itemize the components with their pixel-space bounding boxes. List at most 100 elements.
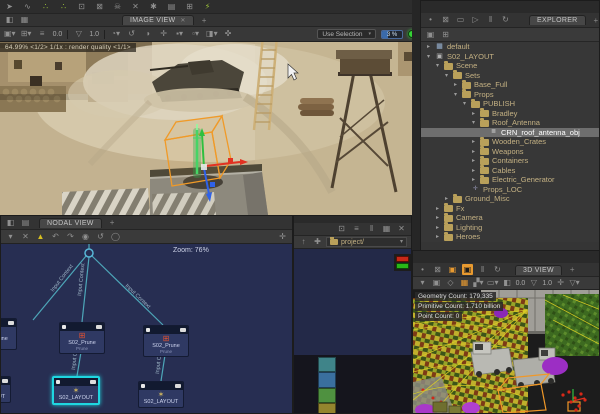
camera-icon[interactable]: ▞▾ <box>473 278 484 289</box>
node-prune[interactable]: ⊞ S02_Prune Prune <box>59 322 105 354</box>
layer-grid-icon[interactable]: ⊞▾ <box>21 29 32 40</box>
tree-item[interactable]: ✛ Props_LOC <box>421 185 599 195</box>
expand-arrow-icon[interactable]: ▸ <box>434 205 441 212</box>
lut-filter-icon[interactable]: ▽ <box>528 278 539 289</box>
display-mode-icon[interactable]: ▣ <box>462 264 473 275</box>
add-tab-button[interactable]: + <box>590 16 600 25</box>
tree-item[interactable]: ▸ Weapons <box>421 147 599 157</box>
expand-arrow-icon[interactable]: ▸ <box>470 110 477 117</box>
thumb-olive[interactable] <box>318 403 336 414</box>
lock-closed-icon[interactable]: ⊠ <box>94 1 105 12</box>
3d-viewport[interactable]: Geometry Count: 179,335Primitive Count: … <box>413 290 599 413</box>
expand-arrow-icon[interactable]: ▸ <box>425 43 432 50</box>
tree-item[interactable]: ▾ Props <box>421 90 599 100</box>
render-viewport[interactable]: 64.99% <1/2> 1/1x : render quality <1/1> <box>0 42 420 215</box>
texture-mode-icon[interactable]: ▣ <box>447 264 458 275</box>
fit-view-icon[interactable]: ✛ <box>555 278 566 289</box>
tab-3d-view[interactable]: 3D VIEW <box>515 265 562 275</box>
wireframe-icon[interactable]: ◇ <box>445 278 456 289</box>
panel-left-icon[interactable]: ◧ <box>4 15 15 26</box>
tree-item[interactable]: ▸ Lighting <box>421 223 599 233</box>
list-icon[interactable]: ≡ <box>351 224 362 235</box>
delete-icon[interactable]: ✕ <box>130 1 141 12</box>
refresh-render-icon[interactable]: ↺ <box>126 29 137 40</box>
pick-color-icon[interactable]: ◔▾ <box>110 29 121 40</box>
tree-item[interactable]: ▸ Wooden_Crates <box>421 137 599 147</box>
skull-icon[interactable]: ☠ <box>112 1 123 12</box>
delete-icon[interactable]: ✕ <box>20 231 31 242</box>
pause-icon[interactable]: ‖ <box>485 15 496 26</box>
tree-item[interactable]: ▸ Containers <box>421 156 599 166</box>
aov-select-icon[interactable]: ▣▾ <box>4 29 16 40</box>
tree-item[interactable]: ▸ Fx <box>421 204 599 214</box>
tab-image-view[interactable]: IMAGE VIEW ✕ <box>122 15 194 25</box>
thumb-green[interactable] <box>318 388 336 403</box>
expand-arrow-icon[interactable]: ▸ <box>470 157 477 164</box>
refresh-icon[interactable]: ↻ <box>500 15 511 26</box>
close-tab-icon[interactable]: ✕ <box>180 17 185 24</box>
expand-arrow-icon[interactable]: ▾ <box>434 62 441 69</box>
tab-nodal-view[interactable]: NODAL VIEW <box>39 218 102 228</box>
close-icon[interactable]: ✕ <box>396 224 407 235</box>
gamma-value[interactable]: 1.0 <box>89 31 99 38</box>
expand-arrow-icon[interactable]: ▸ <box>434 214 441 221</box>
thumb-blue[interactable] <box>318 372 336 388</box>
caret-icon[interactable]: ▾ <box>417 278 428 289</box>
tab-explorer[interactable]: EXPLORER <box>529 15 586 25</box>
node-layout[interactable]: ✶ S02_LAYOUT <box>138 381 184 408</box>
grid-icon[interactable]: ▦ <box>459 278 470 289</box>
exposure-value[interactable]: 0.0 <box>53 31 63 38</box>
exposure-value[interactable]: 0.0 <box>516 280 526 287</box>
tree-item[interactable]: ▸ ▦ default <box>421 42 599 52</box>
expand-arrow-icon[interactable]: ▸ <box>470 148 477 155</box>
expand-arrow-icon[interactable]: ▸ <box>470 176 477 183</box>
grid-view-icon[interactable]: ⊞ <box>440 29 451 40</box>
lock-icon[interactable]: ⊠ <box>440 15 451 26</box>
up-directory-icon[interactable]: ↑ <box>298 237 309 248</box>
tree-item[interactable]: ▾ Sets <box>421 71 599 81</box>
expand-arrow-icon[interactable]: ▾ <box>443 72 450 79</box>
pause-icon[interactable]: ‖ <box>477 264 488 275</box>
half-res-icon[interactable]: ◑ <box>142 29 153 40</box>
filter-icon[interactable]: ▽▾ <box>569 278 580 289</box>
expand-arrow-icon[interactable]: ▸ <box>452 81 459 88</box>
node-triad-icon[interactable]: ∴ <box>40 1 51 12</box>
panel-grid-icon[interactable]: ▦ <box>19 15 30 26</box>
expand-icon[interactable]: ⊡ <box>336 224 347 235</box>
pin-icon[interactable]: • <box>417 264 428 275</box>
tree-item[interactable]: ▸ Camera <box>421 213 599 223</box>
tree-item[interactable]: ▾ ▣ S02_LAYOUT <box>421 52 599 62</box>
display-icon[interactable]: ▭▾ <box>487 278 499 289</box>
white-swatch-icon[interactable]: ▫▾ <box>190 29 201 40</box>
tree-item[interactable]: ▸ Ground_Misc <box>421 194 599 204</box>
shading-icon[interactable]: ▣ <box>431 278 442 289</box>
tree-item[interactable]: ▸ Heroes <box>421 232 599 242</box>
curve-icon[interactable]: ∿ <box>22 1 33 12</box>
path-field[interactable]: project/ ▾ <box>326 237 407 247</box>
expand-arrow-icon[interactable]: ▸ <box>470 138 477 145</box>
play-icon[interactable]: ▷ <box>470 15 481 26</box>
loop-icon[interactable]: ↺ <box>95 231 106 242</box>
lock-icon[interactable]: ⊠ <box>432 264 443 275</box>
tree-item[interactable]: ▸ Cables <box>421 166 599 176</box>
focus-icon[interactable]: ◉ <box>80 231 91 242</box>
expand-arrow-icon[interactable]: ▾ <box>461 100 468 107</box>
export-box-icon[interactable]: ⊞ <box>184 1 195 12</box>
add-tab-button[interactable]: + <box>566 265 579 274</box>
refresh-icon[interactable]: ↻ <box>492 264 503 275</box>
tree-item[interactable]: ≣ CRN_roof_antenna_obj <box>421 128 599 138</box>
expand-arrow-icon[interactable]: ▾ <box>452 91 459 98</box>
split-icon[interactable]: ◧ <box>502 278 513 289</box>
thumb-teal[interactable] <box>318 357 336 372</box>
locate-icon[interactable]: ✛ <box>277 231 288 242</box>
node-graph[interactable]: Input Context Input Context Input Contex… <box>1 244 292 413</box>
use-selection-dropdown[interactable]: Use Selection ▾ <box>317 29 376 39</box>
snap-icon[interactable]: ▲ <box>35 231 46 242</box>
node-layout[interactable]: ✶ S02_LAYOUT <box>1 376 11 403</box>
node-prune[interactable]: ⊞ S02_Prune Prune <box>143 325 189 357</box>
expand-arrow-icon[interactable]: ▸ <box>443 195 450 202</box>
cursor-icon[interactable]: ➤ <box>4 1 15 12</box>
expand-arrow-icon[interactable]: ▾ <box>425 53 432 60</box>
add-bookmark-icon[interactable]: ✚ <box>312 237 323 248</box>
caret-icon[interactable]: ▾ <box>5 231 16 242</box>
